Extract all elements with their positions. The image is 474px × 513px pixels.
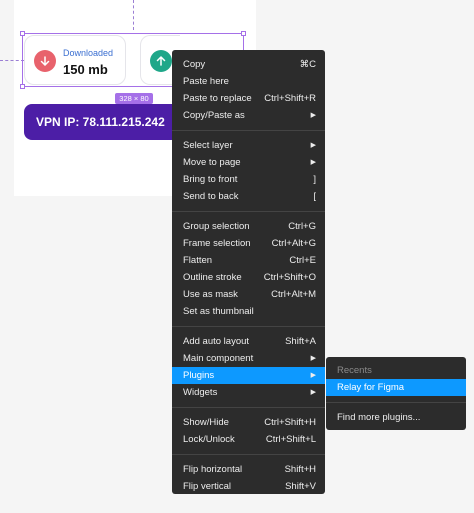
menu-item-label: Group selection xyxy=(183,221,250,232)
menu-item-label: Copy xyxy=(183,59,206,70)
menu-item-label: Bring to front xyxy=(183,174,238,185)
menu-item-label: Plugins xyxy=(183,370,215,381)
menu-item-label: Select layer xyxy=(183,140,233,151)
menu-item-shortcut: Ctrl+Alt+M xyxy=(271,289,316,300)
selection-size-badge: 328 × 80 xyxy=(115,93,153,104)
menu-item-shortcut: Ctrl+Alt+G xyxy=(271,238,316,249)
menu-item-bring-to-front[interactable]: Bring to front] xyxy=(172,171,325,188)
menu-item-shortcut: Shift+V xyxy=(285,481,316,492)
menu-item-flip-vertical[interactable]: Flip vertical Shift+V xyxy=(172,478,325,495)
menu-item-shortcut: Shift+A xyxy=(285,336,316,347)
menu-item-label: Outline stroke xyxy=(183,272,242,283)
menu-item-shortcut: Ctrl+Shift+H xyxy=(264,417,316,428)
menu-item-label: Flatten xyxy=(183,255,213,266)
menu-item-group-selection[interactable]: Group selection Ctrl+G xyxy=(172,218,325,235)
menu-item-label: Set as thumbnail xyxy=(183,306,254,317)
plugin-relay-for-figma[interactable]: Relay for Figma xyxy=(326,379,466,396)
menu-item-shortcut: Ctrl+Shift+R xyxy=(264,93,316,104)
menu-item-widgets[interactable]: Widgets ▶ xyxy=(172,384,325,401)
menu-item-main-component[interactable]: Main component ▶ xyxy=(172,350,325,367)
recents-heading: Recents xyxy=(337,365,372,376)
menu-item-label: Flip horizontal xyxy=(183,464,243,475)
menu-item-shortcut: Ctrl+Shift+O xyxy=(263,272,316,283)
menu-item-move-to-page[interactable]: Move to page ▶ xyxy=(172,154,325,171)
menu-item-label: Paste to replace xyxy=(183,93,252,104)
menu-item-label: Main component xyxy=(183,353,254,364)
plugins-submenu: Recents Relay for Figma Find more plugin… xyxy=(326,357,466,430)
menu-item-label: Lock/Unlock xyxy=(183,434,235,445)
menu-item-frame-selection[interactable]: Frame selection Ctrl+Alt+G xyxy=(172,235,325,252)
menu-item-lock-unlock[interactable]: Lock/Unlock Ctrl+Shift+L xyxy=(172,431,325,448)
menu-item-outline-stroke[interactable]: Outline stroke Ctrl+Shift+O xyxy=(172,269,325,286)
menu-item-show-hide[interactable]: Show/Hide Ctrl+Shift+H xyxy=(172,414,325,431)
menu-divider xyxy=(172,130,325,131)
menu-item-plugins[interactable]: Plugins ▶ xyxy=(172,367,325,384)
menu-item-select-layer[interactable]: Select layer ▶ xyxy=(172,137,325,154)
submenu-arrow-icon: ▶ xyxy=(310,372,316,379)
menu-item-shortcut: Ctrl+G xyxy=(288,221,316,232)
vertical-guide xyxy=(133,0,134,30)
menu-item-label: Copy/Paste as xyxy=(183,110,245,121)
menu-item-shortcut: Shift+H xyxy=(284,464,316,475)
menu-divider xyxy=(172,454,325,455)
menu-item-paste-to-replace[interactable]: Paste to replace Ctrl+Shift+R xyxy=(172,90,325,107)
submenu-arrow-icon: ▶ xyxy=(310,112,316,119)
find-more-plugins[interactable]: Find more plugins... xyxy=(326,409,466,426)
menu-item-shortcut: Ctrl+Shift+L xyxy=(265,434,316,445)
menu-item-add-auto-layout[interactable]: Add auto layout Shift+A xyxy=(172,333,325,350)
menu-item-shortcut: Ctrl+E xyxy=(289,255,316,266)
submenu-arrow-icon: ▶ xyxy=(310,142,316,149)
menu-item-copy[interactable]: Copy ⌘C xyxy=(172,56,325,73)
menu-item-label: Flip vertical xyxy=(183,481,232,492)
menu-item-label: Frame selection xyxy=(183,238,251,249)
menu-item-label: Paste here xyxy=(183,76,229,87)
resize-handle-top-left[interactable] xyxy=(20,31,25,36)
menu-item-send-to-back[interactable]: Send to back [ xyxy=(172,188,325,205)
menu-item-label: Move to page xyxy=(183,157,241,168)
menu-item-label: Show/Hide xyxy=(183,417,229,428)
context-menu: Copy ⌘C Paste here Paste to replace Ctrl+Shi… xyxy=(172,50,325,494)
menu-item-shortcut: ⌘C xyxy=(299,59,316,70)
menu-item-use-as-mask[interactable]: Use as mask Ctrl+Alt+M xyxy=(172,286,325,303)
resize-handle-top-right[interactable] xyxy=(241,31,246,36)
menu-item-label: Use as mask xyxy=(183,289,238,300)
vpn-ip-banner[interactable]: VPN IP: 78.111.215.242 xyxy=(24,104,180,140)
menu-item-flatten[interactable]: Flatten Ctrl+E xyxy=(172,252,325,269)
submenu-arrow-icon: ▶ xyxy=(310,355,316,362)
menu-item-label: Add auto layout xyxy=(183,336,250,347)
menu-item-paste-here[interactable]: Paste here xyxy=(172,73,325,90)
menu-item-shortcut: [ xyxy=(313,191,316,202)
menu-item-label: Widgets xyxy=(183,387,218,398)
menu-item-set-as-thumbnail[interactable]: Set as thumbnail xyxy=(172,303,325,320)
menu-divider xyxy=(172,407,325,408)
submenu-divider xyxy=(326,402,466,403)
horizontal-guide xyxy=(0,60,24,61)
menu-item-copy-paste-as[interactable]: Copy/Paste as ▶ xyxy=(172,107,325,124)
menu-divider xyxy=(172,211,325,212)
resize-handle-bottom-left[interactable] xyxy=(20,84,25,89)
menu-divider xyxy=(172,326,325,327)
submenu-arrow-icon: ▶ xyxy=(310,389,316,396)
menu-item-shortcut: ] xyxy=(313,174,316,185)
menu-item-label: Send to back xyxy=(183,191,239,202)
submenu-arrow-icon: ▶ xyxy=(310,159,316,166)
menu-item-flip-horizontal[interactable]: Flip horizontal Shift+H xyxy=(172,461,325,478)
